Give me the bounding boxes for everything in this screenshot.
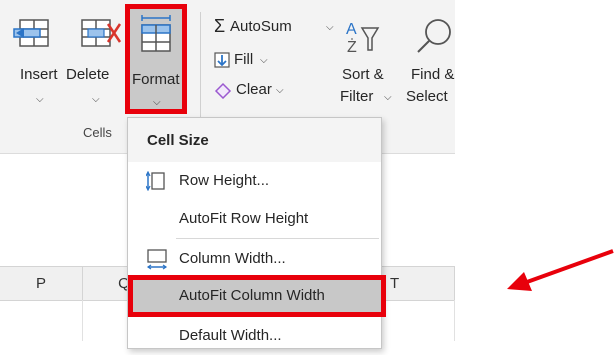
chevron-down-icon: ⌵ [276, 85, 284, 96]
column-width-label: Column Width... [179, 250, 286, 267]
chevron-down-icon: ⌵ [326, 22, 334, 33]
chevron-down-icon: ⌵ [92, 94, 100, 105]
autofit-column-width-item[interactable]: AutoFit Column Width [128, 275, 386, 317]
row-height-label: Row Height... [179, 172, 270, 189]
svg-text:Z: Z [347, 39, 357, 56]
sort-filter-label-2: Filter [340, 88, 374, 105]
group-divider [200, 12, 201, 130]
column-header-p[interactable]: P [0, 267, 83, 300]
fill-button[interactable]: Fill ⌵ [214, 50, 294, 74]
format-cells-icon [141, 15, 171, 52]
default-width-label: Default Width... [179, 327, 282, 344]
blank-area [455, 0, 616, 153]
column-width-item[interactable]: Column Width... [128, 240, 381, 278]
format-label: Format [132, 71, 180, 88]
autosum-button[interactable]: Σ AutoSum ⌵ [214, 16, 334, 42]
clear-label: Clear [236, 81, 272, 98]
chevron-down-icon: ⌵ [36, 94, 44, 105]
find-select-button[interactable]: Find & Select [404, 12, 455, 112]
autofit-row-height-label: AutoFit Row Height [179, 210, 309, 227]
sort-filter-icon: A Z [346, 21, 380, 56]
cell-size-section-header: Cell Size [128, 118, 381, 162]
red-arrow-annotation [507, 249, 614, 291]
chevron-down-icon: ⌵ [260, 55, 268, 66]
default-width-item[interactable]: Default Width... [128, 317, 381, 355]
row-height-icon [146, 171, 165, 191]
clear-button[interactable]: Clear ⌵ [214, 80, 294, 104]
autosum-label: AutoSum [230, 18, 292, 35]
autofit-row-height-item[interactable]: AutoFit Row Height [128, 200, 381, 238]
autofit-column-width-label: AutoFit Column Width [179, 287, 325, 304]
delete-button[interactable]: Delete ⌵ [66, 10, 124, 110]
chevron-down-icon: ⌵ [384, 92, 392, 103]
insert-label: Insert [20, 66, 58, 83]
row-height-item[interactable]: Row Height... [128, 162, 381, 200]
delete-cells-icon [81, 19, 122, 47]
find-select-label-2: Select [406, 88, 448, 105]
fill-down-icon [214, 52, 230, 68]
fill-label: Fill [234, 51, 254, 68]
cells-group-label: Cells [83, 125, 112, 140]
eraser-icon [214, 82, 232, 99]
insert-button[interactable]: Insert ⌵ [12, 10, 72, 110]
column-width-icon [146, 249, 168, 270]
sigma-icon: Σ [214, 16, 226, 36]
format-button[interactable]: Format ⌵ [125, 4, 187, 114]
format-dropdown-menu: Cell Size Row Height... AutoFit Row Heig… [127, 117, 386, 349]
sort-filter-button[interactable]: A Z Sort & Filter ⌵ [340, 12, 402, 112]
delete-label: Delete [66, 66, 110, 83]
insert-cells-icon [13, 19, 49, 47]
magnifier-icon [417, 19, 451, 53]
chevron-down-icon: ⌵ [153, 97, 161, 108]
section-title: Cell Size [147, 132, 209, 149]
grid-cell[interactable] [0, 300, 83, 341]
menu-separator [176, 238, 379, 239]
find-select-label-1: Find & [411, 66, 455, 83]
sort-filter-label-1: Sort & [342, 66, 384, 83]
svg-text:A: A [346, 21, 357, 38]
